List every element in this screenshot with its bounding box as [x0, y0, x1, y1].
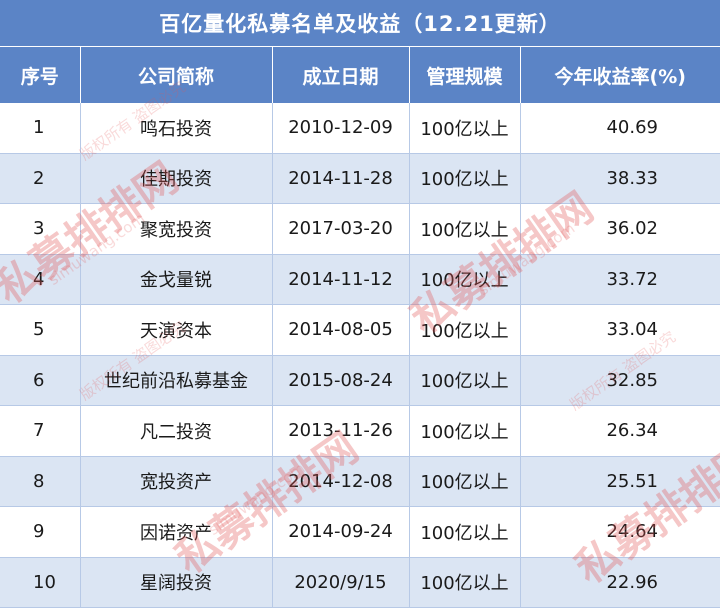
cell-return: 26.34 — [520, 405, 720, 457]
cell-scale: 100亿以上 — [409, 153, 521, 204]
cell-scale: 100亿以上 — [409, 254, 521, 305]
cell-rank: 9 — [0, 506, 81, 558]
cell-company: 星阔投资 — [80, 557, 273, 608]
table-row: 2 佳期投资 2014-11-28 100亿以上 38.33 — [0, 153, 720, 204]
cell-founded: 2014-11-12 — [272, 254, 410, 305]
cell-founded: 2010-12-09 — [272, 103, 410, 154]
cell-return: 33.04 — [520, 304, 720, 356]
cell-scale: 100亿以上 — [409, 506, 521, 558]
cell-return: 24.64 — [520, 506, 720, 558]
cell-founded: 2015-08-24 — [272, 355, 410, 406]
table-row: 7 凡二投资 2013-11-26 100亿以上 26.34 — [0, 405, 720, 457]
cell-founded: 2013-11-26 — [272, 405, 410, 457]
cell-return: 38.33 — [520, 153, 720, 204]
table-row: 8 宽投资产 2014-12-08 100亿以上 25.51 — [0, 456, 720, 507]
table-header-row: 序号 公司简称 成立日期 管理规模 今年收益率(%) — [0, 46, 720, 103]
cell-rank: 6 — [0, 355, 81, 406]
cell-company: 因诺资产 — [80, 506, 273, 558]
cell-return: 25.51 — [520, 456, 720, 507]
header-return: 今年收益率(%) — [520, 46, 720, 103]
cell-company: 宽投资产 — [80, 456, 273, 507]
header-rank: 序号 — [0, 46, 81, 103]
header-founded: 成立日期 — [272, 46, 410, 103]
cell-rank: 3 — [0, 203, 81, 255]
cell-company: 聚宽投资 — [80, 203, 273, 255]
cell-rank: 7 — [0, 405, 81, 457]
cell-company: 佳期投资 — [80, 153, 273, 204]
cell-rank: 10 — [0, 557, 81, 608]
cell-rank: 8 — [0, 456, 81, 507]
cell-company: 天演资本 — [80, 304, 273, 356]
cell-founded: 2014-12-08 — [272, 456, 410, 507]
table-row: 6 世纪前沿私募基金 2015-08-24 100亿以上 32.85 — [0, 355, 720, 406]
cell-rank: 1 — [0, 103, 81, 154]
cell-scale: 100亿以上 — [409, 456, 521, 507]
header-scale: 管理规模 — [409, 46, 521, 103]
cell-rank: 4 — [0, 254, 81, 305]
cell-scale: 100亿以上 — [409, 203, 521, 255]
cell-return: 40.69 — [520, 103, 720, 154]
cell-founded: 2014-08-05 — [272, 304, 410, 356]
header-company: 公司简称 — [80, 46, 273, 103]
table-row: 3 聚宽投资 2017-03-20 100亿以上 36.02 — [0, 203, 720, 255]
table-title: 百亿量化私募名单及收益（12.21更新） — [0, 0, 720, 46]
table-row: 1 鸣石投资 2010-12-09 100亿以上 40.69 — [0, 103, 720, 154]
table-row: 5 天演资本 2014-08-05 100亿以上 33.04 — [0, 304, 720, 356]
cell-founded: 2014-11-28 — [272, 153, 410, 204]
cell-scale: 100亿以上 — [409, 557, 521, 608]
cell-return: 33.72 — [520, 254, 720, 305]
cell-rank: 2 — [0, 153, 81, 204]
cell-scale: 100亿以上 — [409, 355, 521, 406]
cell-scale: 100亿以上 — [409, 103, 521, 154]
cell-company: 鸣石投资 — [80, 103, 273, 154]
cell-company: 金戈量锐 — [80, 254, 273, 305]
table-row: 4 金戈量锐 2014-11-12 100亿以上 33.72 — [0, 254, 720, 305]
cell-return: 36.02 — [520, 203, 720, 255]
table-row: 9 因诺资产 2014-09-24 100亿以上 24.64 — [0, 506, 720, 558]
cell-founded: 2017-03-20 — [272, 203, 410, 255]
cell-company: 凡二投资 — [80, 405, 273, 457]
cell-founded: 2020/9/15 — [272, 557, 410, 608]
cell-scale: 100亿以上 — [409, 405, 521, 457]
cell-scale: 100亿以上 — [409, 304, 521, 356]
table-row: 10 星阔投资 2020/9/15 100亿以上 22.96 — [0, 557, 720, 608]
fund-ranking-table: 序号 公司简称 成立日期 管理规模 今年收益率(%) 1 鸣石投资 2010-1… — [0, 46, 720, 608]
cell-company: 世纪前沿私募基金 — [80, 355, 273, 406]
cell-return: 32.85 — [520, 355, 720, 406]
cell-rank: 5 — [0, 304, 81, 356]
cell-founded: 2014-09-24 — [272, 506, 410, 558]
cell-return: 22.96 — [520, 557, 720, 608]
